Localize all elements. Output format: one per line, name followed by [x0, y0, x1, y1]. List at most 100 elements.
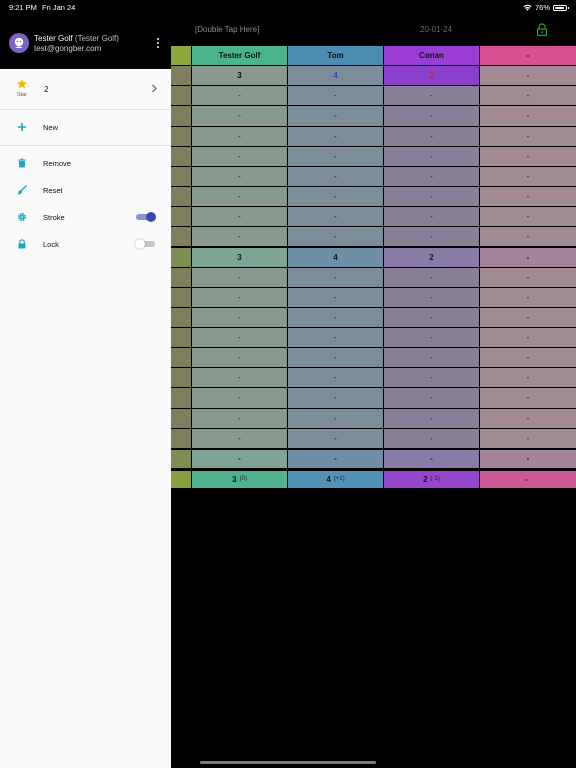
- player-header-4[interactable]: -: [480, 46, 576, 66]
- menu-item-lock[interactable]: Lock: [0, 235, 171, 255]
- score-cell[interactable]: -: [288, 106, 384, 126]
- score-cell[interactable]: 4: [288, 66, 384, 86]
- score-cell[interactable]: -: [384, 126, 480, 146]
- score-cell[interactable]: -: [480, 287, 576, 307]
- total-value: 3: [232, 474, 237, 484]
- score-cell[interactable]: -: [384, 186, 480, 207]
- avatar-face-icon: [14, 37, 24, 48]
- score-cell[interactable]: -: [192, 348, 288, 368]
- wifi-icon: [523, 4, 532, 11]
- table-row: - - - -: [171, 307, 576, 328]
- score-cell[interactable]: -: [288, 207, 384, 227]
- score-cell[interactable]: -: [384, 307, 480, 327]
- more-vert-icon[interactable]: [155, 38, 161, 50]
- score-cell[interactable]: -: [288, 166, 384, 186]
- score-cell[interactable]: -: [480, 186, 576, 207]
- status-date: Fri Jan 24: [42, 3, 76, 12]
- score-cell[interactable]: 2: [384, 66, 480, 86]
- score-cell[interactable]: -: [384, 267, 480, 287]
- subtotal-cell: -: [192, 449, 288, 468]
- home-indicator[interactable]: [200, 761, 376, 764]
- score-cell[interactable]: -: [480, 126, 576, 146]
- score-cell[interactable]: -: [288, 428, 384, 448]
- score-cell[interactable]: -: [288, 388, 384, 408]
- score-cell[interactable]: -: [384, 166, 480, 186]
- score-cell[interactable]: 3: [192, 66, 288, 86]
- score-cell[interactable]: -: [480, 267, 576, 287]
- table-row: - - - -: [171, 126, 576, 147]
- score-cell[interactable]: -: [192, 86, 288, 106]
- score-cell[interactable]: -: [288, 368, 384, 388]
- score-cell[interactable]: -: [192, 368, 288, 388]
- score-cell[interactable]: -: [480, 428, 576, 448]
- battery-icon: [553, 4, 569, 11]
- lock-icon[interactable]: [536, 23, 548, 37]
- score-cell[interactable]: -: [288, 186, 384, 207]
- score-cell[interactable]: -: [288, 267, 384, 287]
- score-cell[interactable]: -: [480, 106, 576, 126]
- score-cell[interactable]: -: [384, 207, 480, 227]
- score-cell[interactable]: -: [480, 368, 576, 388]
- score-cell[interactable]: -: [192, 146, 288, 166]
- player-header-1[interactable]: Tester Golf: [192, 46, 288, 66]
- score-cell[interactable]: -: [384, 408, 480, 428]
- score-cell[interactable]: -: [480, 166, 576, 186]
- score-cell[interactable]: -: [384, 227, 480, 247]
- score-cell[interactable]: -: [288, 408, 384, 428]
- player-header-2[interactable]: Tom: [288, 46, 384, 66]
- score-cell[interactable]: -: [192, 388, 288, 408]
- score-cell[interactable]: -: [288, 227, 384, 247]
- score-cell[interactable]: -: [192, 287, 288, 307]
- score-cell[interactable]: -: [384, 327, 480, 348]
- menu-item-stroke[interactable]: Stroke: [0, 208, 171, 228]
- score-cell[interactable]: -: [192, 327, 288, 348]
- chevron-right-icon[interactable]: [151, 84, 158, 93]
- score-cell[interactable]: -: [288, 126, 384, 146]
- score-cell[interactable]: -: [384, 106, 480, 126]
- score-cell[interactable]: -: [288, 327, 384, 348]
- score-cell[interactable]: -: [288, 307, 384, 327]
- score-cell[interactable]: -: [192, 267, 288, 287]
- avatar[interactable]: [9, 33, 29, 53]
- score-cell[interactable]: -: [192, 186, 288, 207]
- score-cell[interactable]: -: [480, 86, 576, 106]
- score-cell[interactable]: -: [480, 66, 576, 86]
- score-cell[interactable]: -: [192, 106, 288, 126]
- score-cell[interactable]: -: [480, 207, 576, 227]
- score-cell[interactable]: -: [384, 368, 480, 388]
- score-cell[interactable]: -: [480, 327, 576, 348]
- score-cell[interactable]: -: [288, 348, 384, 368]
- menu-item-remove[interactable]: Remove: [0, 154, 171, 174]
- score-cell[interactable]: -: [192, 307, 288, 327]
- score-cell[interactable]: -: [384, 428, 480, 448]
- score-cell[interactable]: -: [480, 388, 576, 408]
- score-cell[interactable]: -: [192, 408, 288, 428]
- star-icon: [17, 79, 27, 89]
- score-cell[interactable]: -: [192, 428, 288, 448]
- score-cell[interactable]: -: [480, 146, 576, 166]
- score-cell[interactable]: -: [288, 86, 384, 106]
- menu-item-reset[interactable]: Reset: [0, 181, 171, 201]
- stroke-toggle[interactable]: [136, 212, 156, 222]
- score-cell[interactable]: -: [192, 166, 288, 186]
- score-cell[interactable]: -: [384, 388, 480, 408]
- menu-label-reset: Reset: [43, 186, 63, 195]
- score-cell[interactable]: -: [288, 287, 384, 307]
- score-cell[interactable]: -: [480, 408, 576, 428]
- lock-toggle[interactable]: [135, 239, 156, 249]
- score-cell[interactable]: -: [480, 348, 576, 368]
- score-cell[interactable]: -: [192, 207, 288, 227]
- player-header-3[interactable]: Conan: [384, 46, 480, 66]
- score-cell[interactable]: -: [192, 227, 288, 247]
- double-tap-title[interactable]: [Double Tap Here]: [195, 25, 259, 34]
- gear-icon: [17, 212, 27, 222]
- score-cell[interactable]: -: [384, 287, 480, 307]
- score-cell[interactable]: -: [384, 86, 480, 106]
- menu-item-new[interactable]: New: [0, 118, 171, 138]
- score-cell[interactable]: -: [480, 307, 576, 327]
- score-cell[interactable]: -: [288, 146, 384, 166]
- score-cell[interactable]: -: [480, 227, 576, 247]
- score-cell[interactable]: -: [384, 146, 480, 166]
- score-cell[interactable]: -: [384, 348, 480, 368]
- score-cell[interactable]: -: [192, 126, 288, 146]
